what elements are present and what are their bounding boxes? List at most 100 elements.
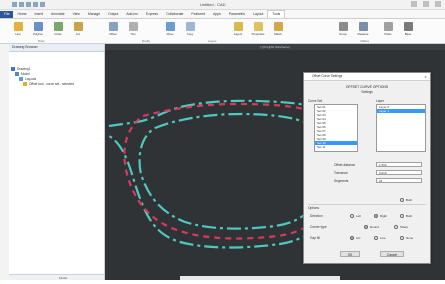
tab-addins[interactable]: Add-ins xyxy=(122,11,142,18)
direction-label: Direction xyxy=(310,214,323,218)
tab-collaborate[interactable]: Collaborate xyxy=(162,11,187,18)
ok-button[interactable]: OK xyxy=(340,251,360,257)
base-icon xyxy=(403,22,413,31)
cancel-button[interactable]: Cancel xyxy=(380,251,404,257)
options-section-label: Options xyxy=(308,206,319,210)
undo-icon[interactable] xyxy=(33,2,38,7)
tab-featured[interactable]: Featured xyxy=(187,11,209,18)
dialog-title: Offset Curve Settings xyxy=(312,74,343,78)
tab-view[interactable]: View xyxy=(69,11,84,18)
tab-annotate[interactable]: Annotate xyxy=(47,11,69,18)
direction-left-radio[interactable]: Left xyxy=(350,214,361,218)
tab-output[interactable]: Output xyxy=(104,11,122,18)
maximize-icon[interactable] xyxy=(423,1,429,7)
paste-button[interactable]: Paste xyxy=(380,22,396,40)
checkbox-icon xyxy=(400,198,404,202)
save-icon[interactable] xyxy=(26,2,31,7)
tab-home[interactable]: Home xyxy=(13,11,30,18)
gap-line-radio[interactable]: Line xyxy=(374,236,386,240)
arc-button[interactable]: Arc xyxy=(70,22,86,40)
tab-layout[interactable]: Layout xyxy=(249,11,267,18)
radio-icon xyxy=(374,236,378,240)
polyline-icon xyxy=(33,22,43,31)
dialog-close-icon[interactable]: × xyxy=(423,74,428,79)
tree-item-offset-set[interactable]: Offset tool - curve set - selected xyxy=(11,81,74,86)
group-button[interactable]: Group xyxy=(335,22,351,40)
base-button[interactable]: Base xyxy=(400,22,416,40)
direction-right-radio[interactable]: Right xyxy=(374,214,387,218)
open-file-icon[interactable] xyxy=(19,2,24,7)
panel-status: Model xyxy=(9,274,104,280)
tab-tools[interactable]: Tools xyxy=(267,10,286,18)
segments-label: Segments xyxy=(334,179,349,183)
ribbon-panel: Line Polyline Circle Arc Offset Trim Mov… xyxy=(0,19,445,44)
paste-icon xyxy=(383,22,393,31)
list-item-selected[interactable]: Layer 1 xyxy=(377,109,425,113)
tolerance-field[interactable]: 0.010 xyxy=(376,170,422,175)
offset-distance-field[interactable]: 1.500 xyxy=(376,162,422,167)
gap-fill-label: Gap fill xyxy=(310,236,320,240)
arc-icon xyxy=(73,22,83,31)
layers-button[interactable]: Layers xyxy=(230,22,246,40)
dialog-title-bar: Offset Curve Settings × xyxy=(304,73,430,81)
gap-none-radio[interactable]: None xyxy=(400,236,413,240)
radio-icon xyxy=(394,225,398,229)
tab-apps[interactable]: Apps xyxy=(209,11,225,18)
segments-field[interactable]: 24 xyxy=(376,178,422,183)
offset-set-icon xyxy=(23,81,27,86)
radio-icon xyxy=(364,225,368,229)
radio-icon xyxy=(350,236,354,240)
measure-button[interactable]: Measure xyxy=(355,22,371,40)
window-controls xyxy=(411,1,441,7)
tab-express[interactable]: Express xyxy=(142,11,162,18)
gap-arc-radio[interactable]: Arc xyxy=(350,236,361,240)
list-item[interactable]: Set 11 xyxy=(315,145,357,149)
radio-icon xyxy=(350,214,354,218)
move-button[interactable]: Move xyxy=(162,22,178,40)
divider xyxy=(308,204,426,205)
copy-icon xyxy=(185,22,195,31)
properties-button[interactable]: Properties xyxy=(250,22,266,40)
quick-access-toolbar xyxy=(12,2,45,7)
dialog-heading: OFFSET CURVE OPTIONS xyxy=(345,85,389,89)
ribbon-group-utilities: Utilities xyxy=(360,39,370,43)
trim-icon xyxy=(128,22,138,31)
curve-set-list[interactable]: Set 01 Set 02 Set 03 Set 04 Set 05 Set 0… xyxy=(314,104,358,152)
offset-icon xyxy=(108,22,118,31)
radio-icon xyxy=(400,236,404,240)
corner-round-radio[interactable]: Round xyxy=(364,225,379,229)
match-icon xyxy=(273,22,283,31)
curve-set-label: Curve Set xyxy=(308,99,323,103)
model-icon xyxy=(15,71,19,76)
both-checkbox[interactable]: Both xyxy=(400,198,412,202)
tab-file[interactable]: File xyxy=(0,10,14,18)
ribbon-tabs: File Home Insert Annotate View Manage Ou… xyxy=(0,10,445,19)
offset-button[interactable]: Offset xyxy=(105,22,121,40)
group-icon xyxy=(338,22,348,31)
match-button[interactable]: Match xyxy=(270,22,286,40)
drawing-tree: Drawing1 Model Layouts Offset tool - cur… xyxy=(11,66,74,86)
new-file-icon[interactable] xyxy=(12,2,17,7)
offset-settings-dialog: Offset Curve Settings × OFFSET CURVE OPT… xyxy=(303,72,431,264)
minimize-icon[interactable] xyxy=(411,1,417,7)
trim-button[interactable]: Trim xyxy=(125,22,141,40)
tab-insert[interactable]: Insert xyxy=(31,11,47,18)
layout-icon xyxy=(19,76,23,81)
tolerance-label: Tolerance xyxy=(334,171,348,175)
layer-list-label: Layer xyxy=(376,99,384,103)
line-button[interactable]: Line xyxy=(10,22,26,40)
layer-list[interactable]: Layer 0 Layer 1 xyxy=(376,104,426,152)
copy-button[interactable]: Copy xyxy=(182,22,198,40)
command-line[interactable] xyxy=(180,276,340,280)
dialog-subheading: Settings xyxy=(361,90,373,94)
close-icon[interactable] xyxy=(435,1,441,7)
tab-parametric[interactable]: Parametric xyxy=(225,11,249,18)
corner-sharp-radio[interactable]: Sharp xyxy=(394,225,408,229)
cad-application: Untitled - CAD File Home Insert Annotate… xyxy=(0,0,445,284)
direction-both-radio[interactable]: Both xyxy=(400,214,412,218)
redo-icon[interactable] xyxy=(40,2,45,7)
polyline-button[interactable]: Polyline xyxy=(30,22,46,40)
drawing-icon xyxy=(11,66,15,71)
circle-button[interactable]: Circle xyxy=(50,22,66,40)
tab-manage[interactable]: Manage xyxy=(84,11,104,18)
